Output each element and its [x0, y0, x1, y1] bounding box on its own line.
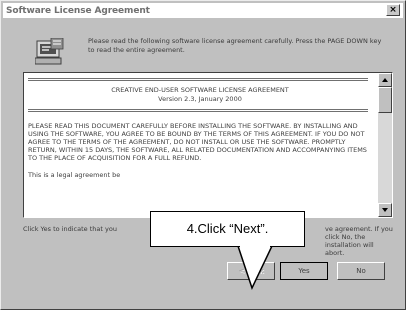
setup-computer-icon: [35, 38, 64, 65]
license-version: Version 2.3, January 2000: [158, 95, 242, 103]
title-bar[interactable]: Software License Agreement ×: [3, 3, 403, 18]
question-text-tail: ve agreement. If you click No, the insta…: [325, 225, 393, 257]
close-icon: ×: [389, 5, 397, 15]
license-dialog: Software License Agreement × Please read…: [0, 0, 406, 310]
arrow-down-icon: [382, 208, 388, 212]
no-button[interactable]: No: [337, 262, 385, 280]
divider: [28, 111, 368, 112]
divider: [28, 80, 368, 81]
divider: [28, 78, 368, 79]
close-button[interactable]: ×: [386, 4, 400, 16]
license-text-box[interactable]: CREATIVE END-USER SOFTWARE LICENSE AGREE…: [23, 72, 393, 218]
divider: [28, 109, 368, 110]
license-body: PLEASE READ THIS DOCUMENT CAREFULLY BEFO…: [28, 122, 367, 162]
window-title: Software License Agreement: [6, 5, 150, 16]
instruction-callout: 4.Click “Next”.: [150, 211, 305, 247]
vertical-scrollbar[interactable]: [378, 73, 392, 217]
scroll-down-button[interactable]: [378, 203, 392, 217]
scroll-thumb[interactable]: [378, 87, 392, 113]
license-tail: This is a legal agreement be: [28, 171, 121, 179]
yes-button[interactable]: Yes: [280, 262, 328, 280]
license-title: CREATIVE END-USER SOFTWARE LICENSE AGREE…: [111, 86, 289, 94]
callout-text: 4.Click “Next”.: [186, 221, 269, 236]
scroll-up-button[interactable]: [378, 73, 392, 87]
back-button[interactable]: < Back: [227, 262, 275, 280]
intro-text: Please read the following software licen…: [88, 37, 382, 54]
arrow-up-icon: [382, 78, 388, 82]
